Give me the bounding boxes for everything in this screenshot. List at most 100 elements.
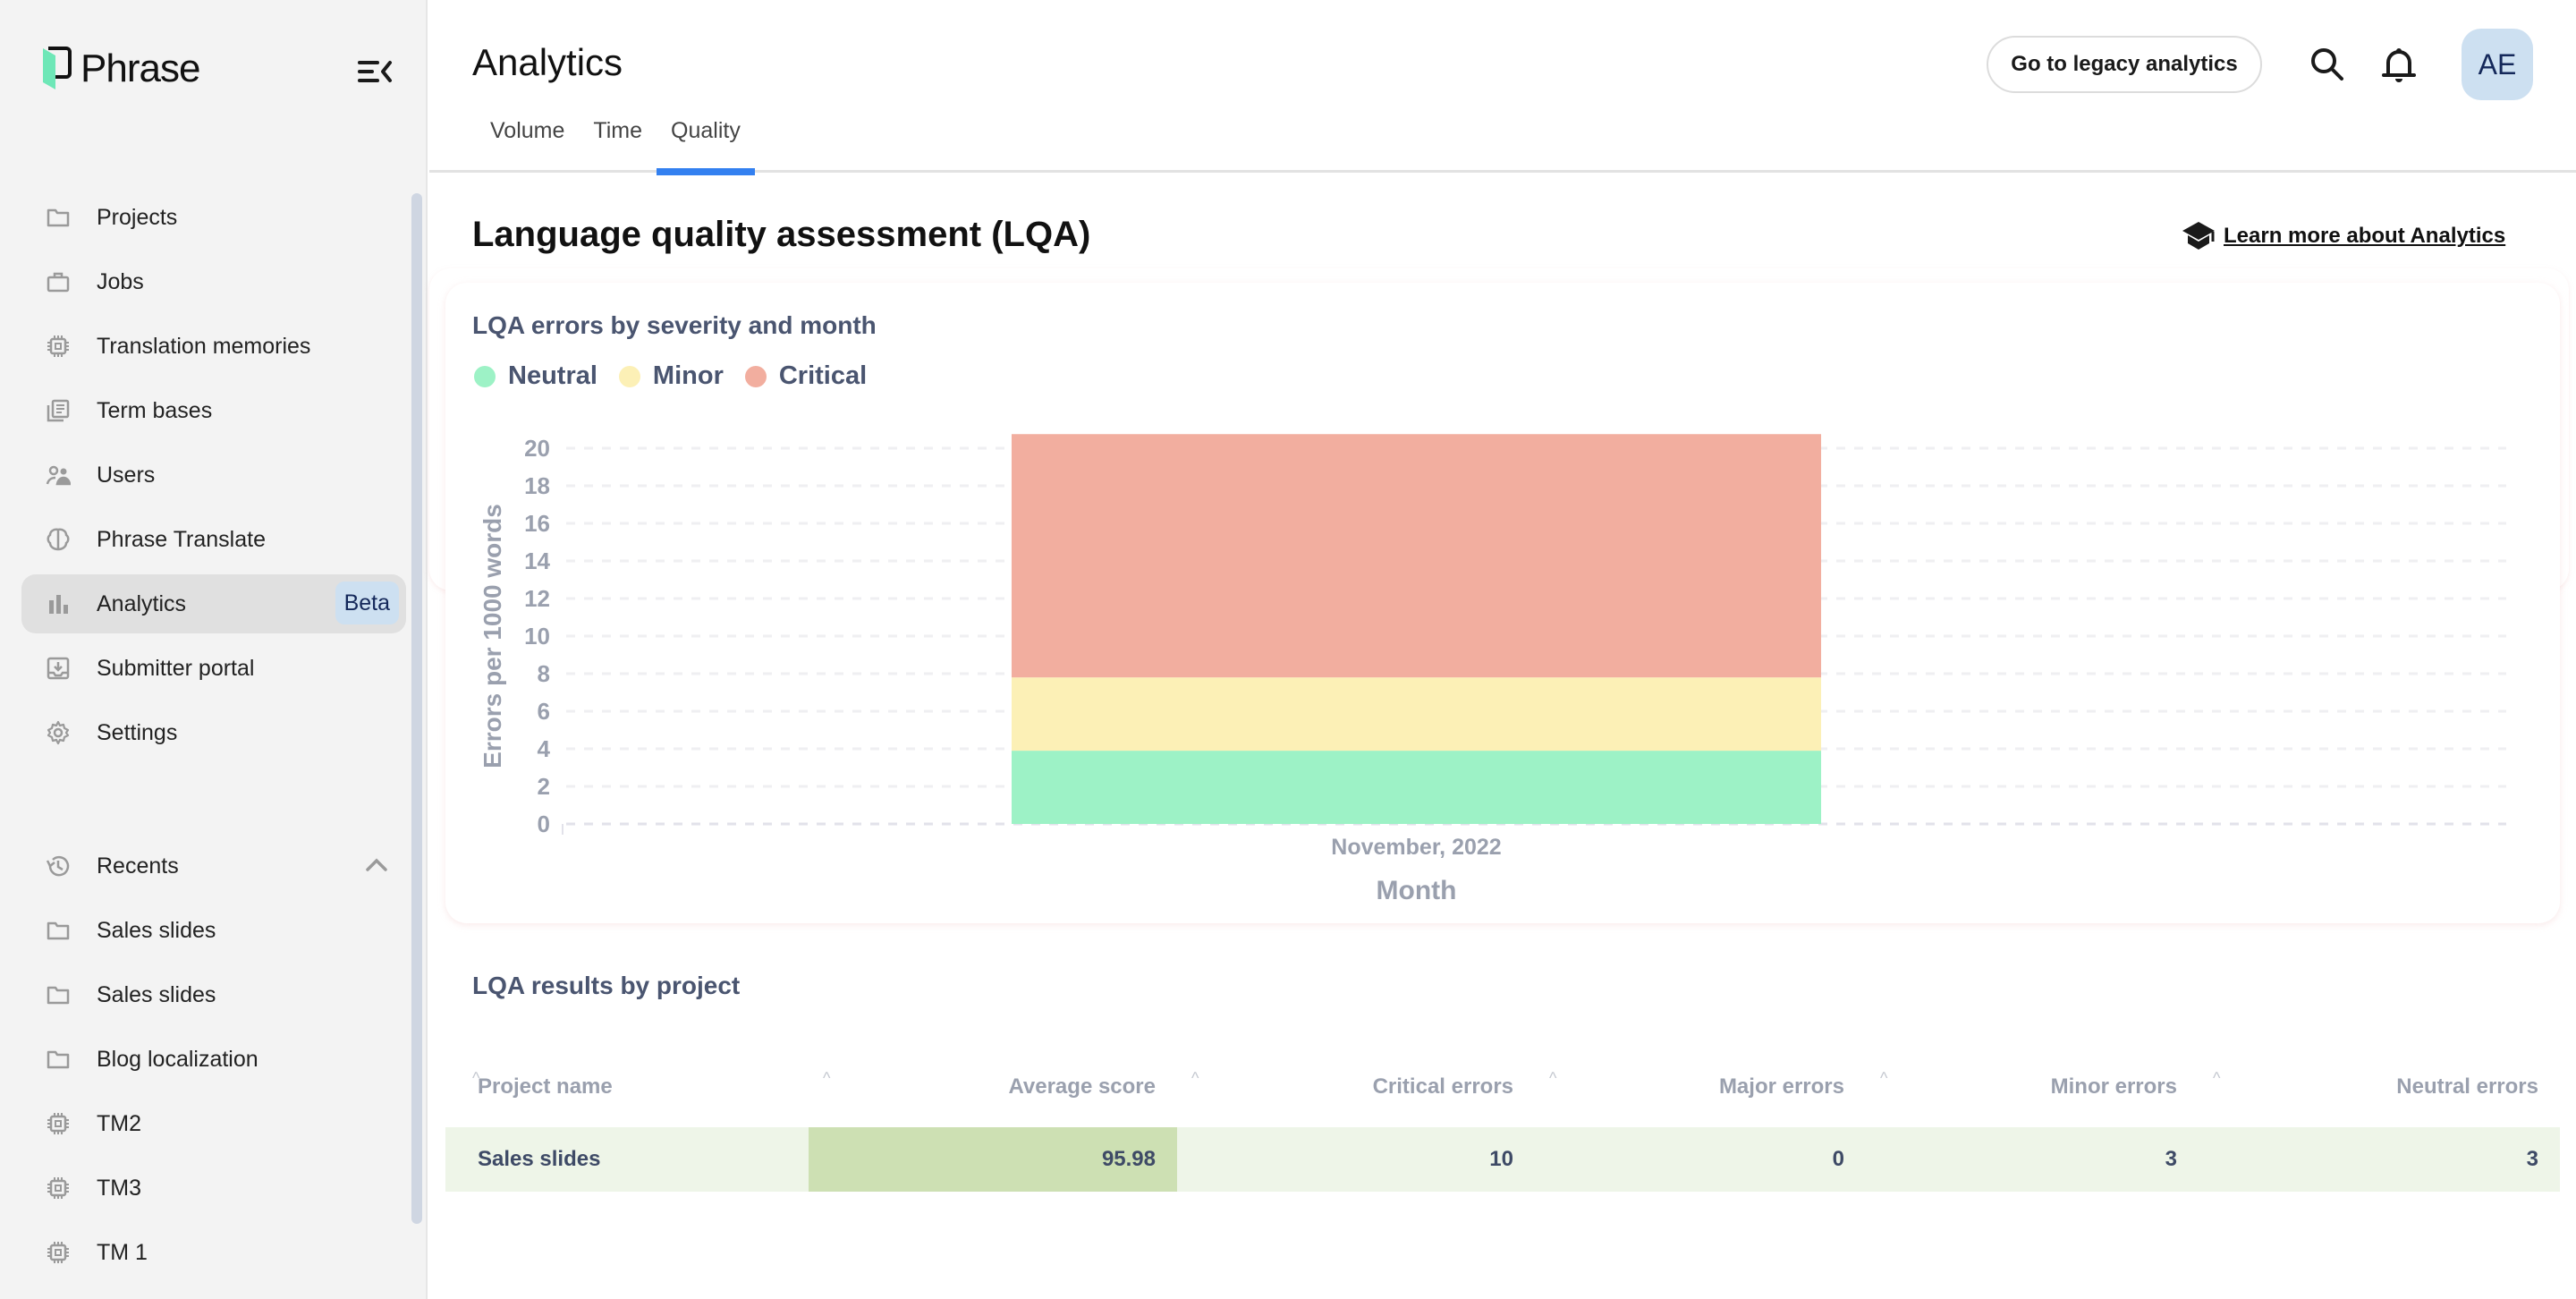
sidebar-item-label: Projects bbox=[97, 204, 178, 230]
learn-more-label: Learn more about Analytics bbox=[2224, 224, 2506, 248]
recent-item-label: TM3 bbox=[97, 1175, 141, 1201]
analytics-tabs: Volume Time Quality bbox=[476, 116, 755, 175]
bar-chart-icon bbox=[45, 590, 72, 617]
chip-icon bbox=[45, 1175, 72, 1201]
folder-icon bbox=[45, 981, 72, 1008]
table-row[interactable]: Sales slides 95.98 10 0 3 3 bbox=[445, 1127, 2560, 1192]
y-tick-label: 10 bbox=[524, 623, 550, 650]
column-header-major-errors[interactable]: ^ Major errors bbox=[1535, 1069, 1866, 1099]
table-header: ^ Project name ^ Average score ^ Critical e… bbox=[445, 1047, 2560, 1127]
legacy-analytics-button[interactable]: Go to legacy analytics bbox=[1987, 36, 2262, 93]
bar-segment-minor bbox=[1011, 677, 1822, 751]
sidebar-item-phrase-translate[interactable]: Phrase Translate bbox=[21, 510, 406, 569]
recent-item[interactable]: TM3 bbox=[21, 1159, 406, 1218]
column-header-average-score[interactable]: ^ Average score bbox=[809, 1069, 1177, 1099]
inbox-download-icon bbox=[45, 655, 72, 682]
sidebar-item-submitter-portal[interactable]: Submitter portal bbox=[21, 639, 406, 698]
y-tick-label: 14 bbox=[524, 548, 550, 574]
sort-arrow-icon[interactable]: ^ bbox=[472, 1069, 479, 1088]
y-tick-label: 6 bbox=[538, 698, 550, 725]
chip-icon bbox=[45, 1239, 72, 1266]
folder-icon bbox=[45, 917, 72, 944]
recent-item[interactable]: TM 1 bbox=[21, 1223, 406, 1282]
sidebar-item-users[interactable]: Users bbox=[21, 446, 406, 505]
recent-item[interactable]: Sales slides bbox=[21, 965, 406, 1024]
collapse-sidebar-button[interactable] bbox=[358, 55, 394, 88]
y-tick-label: 4 bbox=[538, 735, 551, 762]
recent-item[interactable]: Blog localization bbox=[21, 1030, 406, 1089]
sidebar-item-projects[interactable]: Projects bbox=[21, 188, 406, 247]
sidebar-item-analytics[interactable]: Analytics Beta bbox=[21, 574, 406, 633]
gear-icon bbox=[45, 719, 72, 746]
x-axis-label: Month bbox=[1377, 876, 1457, 905]
sidebar-item-label: Settings bbox=[97, 719, 178, 745]
phrase-logo[interactable]: Phrase bbox=[41, 47, 200, 91]
column-header-critical-errors[interactable]: ^ Critical errors bbox=[1177, 1069, 1535, 1099]
brain-icon bbox=[45, 526, 72, 553]
search-icon[interactable] bbox=[2306, 43, 2349, 86]
y-tick-label: 0 bbox=[538, 811, 550, 837]
lqa-errors-chart-card: LQA errors by severity and month Neutral… bbox=[445, 283, 2560, 923]
history-icon bbox=[45, 853, 72, 879]
recent-item[interactable]: Sales slides bbox=[21, 901, 406, 960]
column-header-neutral-errors[interactable]: ^ Neutral errors bbox=[2199, 1069, 2560, 1099]
recents-toggle[interactable]: Recents bbox=[21, 836, 406, 896]
recent-item-label: Sales slides bbox=[97, 917, 216, 943]
brand-name: Phrase bbox=[80, 47, 200, 90]
bar-segment-neutral bbox=[1011, 751, 1822, 824]
notifications-bell-icon[interactable] bbox=[2377, 43, 2420, 86]
y-tick-label: 20 bbox=[524, 435, 550, 462]
recent-item[interactable]: TM2 bbox=[21, 1094, 406, 1153]
sort-arrow-icon[interactable]: ^ bbox=[1880, 1069, 1887, 1088]
cell-average-score: 95.98 bbox=[809, 1127, 1177, 1192]
recent-item-label: TM2 bbox=[97, 1110, 141, 1136]
sidebar: Phrase Projects Jobs Translation memorie… bbox=[0, 0, 428, 1299]
sort-arrow-icon[interactable]: ^ bbox=[2213, 1069, 2220, 1088]
recents-label: Recents bbox=[97, 853, 179, 879]
folder-icon bbox=[45, 204, 72, 231]
sidebar-item-label: Users bbox=[97, 462, 156, 488]
sidebar-item-settings[interactable]: Settings bbox=[21, 703, 406, 762]
recents-list: Sales slides Sales slides Blog localizat… bbox=[21, 901, 406, 1287]
users-icon bbox=[45, 462, 72, 488]
chip-icon bbox=[45, 333, 72, 360]
folder-icon bbox=[45, 1046, 72, 1073]
cell-neutral-errors: 3 bbox=[2526, 1147, 2538, 1171]
sidebar-item-label: Term bases bbox=[97, 397, 213, 423]
phrase-logo-icon bbox=[41, 47, 72, 91]
sidebar-item-jobs[interactable]: Jobs bbox=[21, 252, 406, 311]
menu-collapse-icon bbox=[358, 61, 392, 82]
sidebar-item-translation-memories[interactable]: Translation memories bbox=[21, 317, 406, 376]
chevron-up-icon[interactable] bbox=[365, 856, 388, 877]
y-tick-label: 8 bbox=[538, 660, 550, 687]
recent-item-label: Sales slides bbox=[97, 981, 216, 1007]
cell-critical-errors: 10 bbox=[1489, 1147, 1513, 1171]
chip-icon bbox=[45, 1110, 72, 1137]
sort-arrow-icon[interactable]: ^ bbox=[823, 1069, 830, 1088]
tab-quality[interactable]: Quality bbox=[657, 116, 755, 175]
tab-volume[interactable]: Volume bbox=[476, 116, 579, 170]
tab-time[interactable]: Time bbox=[579, 116, 657, 170]
y-tick-label: 18 bbox=[524, 472, 550, 499]
lqa-results-table: ^ Project name ^ Average score ^ Critical e… bbox=[445, 1047, 2560, 1192]
learn-more-link[interactable]: Learn more about Analytics bbox=[2181, 220, 2505, 252]
sidebar-item-term-bases[interactable]: Term bases bbox=[21, 381, 406, 440]
column-header-minor-errors[interactable]: ^ Minor errors bbox=[1866, 1069, 2199, 1099]
cell-major-errors: 0 bbox=[1832, 1147, 1844, 1171]
sort-arrow-icon[interactable]: ^ bbox=[1191, 1069, 1199, 1088]
user-avatar[interactable]: AE bbox=[2462, 29, 2533, 100]
sidebar-item-label: Analytics bbox=[97, 590, 187, 616]
briefcase-icon bbox=[45, 268, 72, 295]
column-header-project-name[interactable]: ^ Project name bbox=[445, 1069, 809, 1099]
sidebar-item-label: Phrase Translate bbox=[97, 526, 266, 552]
recent-item-label: Blog localization bbox=[97, 1046, 258, 1072]
beta-badge: Beta bbox=[335, 582, 399, 624]
page-title: Analytics bbox=[472, 41, 623, 83]
lqa-results-card: LQA results by project ^ Project name ^ Av… bbox=[445, 939, 2560, 1299]
sidebar-item-label: Translation memories bbox=[97, 333, 311, 359]
sort-arrow-icon[interactable]: ^ bbox=[1549, 1069, 1556, 1088]
page-header: Analytics Volume Time Quality Go to lega… bbox=[429, 0, 2576, 175]
sidebar-item-label: Submitter portal bbox=[97, 655, 255, 681]
y-tick-label: 12 bbox=[524, 585, 550, 612]
sidebar-scrollbar[interactable] bbox=[411, 193, 422, 1224]
